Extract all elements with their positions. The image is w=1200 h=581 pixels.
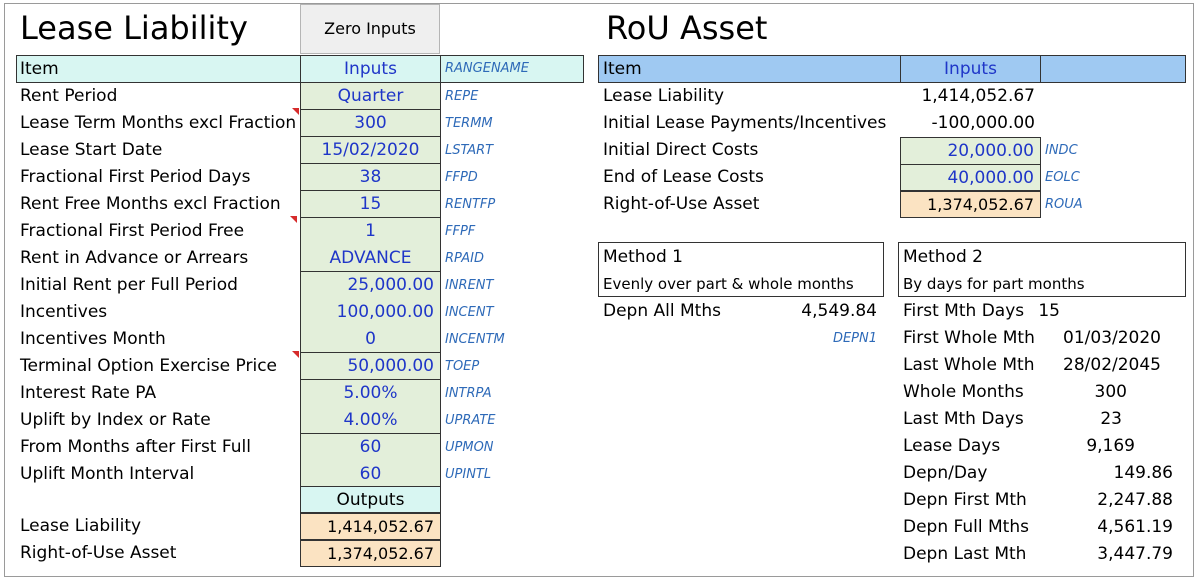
input-cell[interactable]: 300 (300, 110, 441, 137)
output-lease-liability[interactable]: 1,414,052.67 (300, 513, 441, 540)
input-cell[interactable]: 15 (300, 191, 441, 218)
output-label-lease-liability: Lease Liability (20, 516, 142, 536)
method1-title: Method 1 (603, 247, 683, 267)
range-name: FFPF (445, 224, 476, 239)
range-name: INCENT (445, 305, 494, 320)
right-header-item: Item (603, 59, 642, 79)
range-name: LSTART (445, 143, 494, 158)
range-name: RPAID (445, 251, 484, 266)
method2-row-label: Depn First Mth (903, 490, 1027, 510)
row-label: Rent in Advance or Arrears (20, 248, 249, 268)
method2-row-label: Depn Last Mth (903, 544, 1027, 564)
method1-depn-code: DEPN1 (832, 331, 877, 346)
comment-marker-icon[interactable] (292, 351, 299, 358)
rou-value-lease-liability: 1,414,052.67 (921, 86, 1035, 106)
left-header-edge (16, 55, 17, 83)
method2-row-value: 3,447.79 (1097, 544, 1173, 564)
rou-code-indc: INDC (1045, 143, 1078, 158)
row-label: Fractional First Period Days (20, 167, 251, 187)
outputs-header: Outputs (300, 486, 441, 513)
row-label: Fractional First Period Free (20, 221, 245, 241)
rou-output-rou-asset[interactable]: 1,374,052.67 (900, 191, 1041, 218)
output-label-rou-asset: Right-of-Use Asset (20, 543, 177, 563)
row-label: Uplift by Index or Rate (20, 410, 211, 430)
range-name: INRENT (445, 278, 494, 293)
range-name: RENTFP (445, 197, 496, 212)
range-name: INTRPA (445, 386, 492, 401)
method2-row-value: 149.86 (1113, 463, 1173, 483)
input-cell[interactable]: 50,000.00 (300, 353, 441, 380)
left-header-edge-right (583, 55, 584, 83)
method2-row-label: Depn/Day (903, 463, 988, 483)
input-cell[interactable]: 1 (300, 218, 441, 245)
method2-row-label: Depn Full Mths (903, 517, 1029, 537)
method1-depn-value: 4,549.84 (801, 301, 877, 321)
method2-row-value: 300 (1094, 382, 1127, 402)
range-name: UPRATE (445, 413, 496, 428)
input-cell[interactable]: 25,000.00 (300, 272, 441, 299)
rou-label-end-of-lease-costs: End of Lease Costs (603, 167, 764, 187)
row-label: Rent Period (20, 86, 118, 106)
output-rou-asset[interactable]: 1,374,052.67 (300, 540, 441, 567)
rou-code-roua: ROUA (1045, 197, 1083, 212)
range-name: INCENTM (445, 332, 505, 347)
rou-value-initial-payments: -100,000.00 (931, 113, 1035, 133)
right-header-inputs: Inputs (900, 56, 1041, 83)
input-cell[interactable]: 60 (300, 434, 441, 461)
method2-row-value: 9,169 (1086, 436, 1135, 456)
left-header-item: Item (20, 59, 59, 79)
comment-marker-icon[interactable] (292, 108, 299, 115)
method2-subtitle: By days for part months (903, 275, 1085, 293)
rou-label-initial-direct-costs: Initial Direct Costs (603, 140, 759, 160)
comment-marker-icon[interactable] (290, 216, 297, 223)
input-cell[interactable]: 5.00% (300, 380, 441, 407)
right-header-band (598, 55, 1186, 83)
method1-depn-label: Depn All Mths (603, 301, 721, 321)
row-label: Incentives Month (20, 329, 166, 349)
row-label: Rent Free Months excl Fraction (20, 194, 281, 214)
row-label: Terminal Option Exercise Price (20, 356, 278, 376)
input-cell[interactable]: ADVANCE (300, 245, 441, 272)
input-cell[interactable]: 38 (300, 164, 441, 191)
method2-row-value: 2,247.88 (1097, 490, 1173, 510)
range-name: TERMM (445, 116, 493, 131)
rou-label-lease-liability: Lease Liability (603, 86, 725, 106)
input-cell[interactable]: 0 (300, 326, 441, 353)
method2-row-value: 23 (1100, 409, 1122, 429)
rou-input-end-of-lease-costs[interactable]: 40,000.00 (900, 164, 1041, 191)
row-label: Incentives (20, 302, 108, 322)
method2-row-value: 4,561.19 (1097, 517, 1173, 537)
method2-row-value: 28/02/2045 (1063, 355, 1161, 375)
range-name: UPINTL (445, 467, 492, 482)
row-label: Uplift Month Interval (20, 464, 195, 484)
row-label: Lease Term Months excl Fraction (20, 113, 297, 133)
range-name: UPMON (445, 440, 494, 455)
rou-code-eolc: EOLC (1045, 170, 1080, 185)
range-name: FFPD (445, 170, 478, 185)
row-label: Initial Rent per Full Period (20, 275, 238, 295)
method1-subtitle: Evenly over part & whole months (603, 275, 854, 293)
input-cell[interactable]: 100,000.00 (300, 299, 441, 326)
method2-row-value: 15 (1038, 301, 1060, 321)
rou-input-initial-direct-costs[interactable]: 20,000.00 (900, 137, 1041, 164)
method2-row-value: 01/03/2020 (1063, 328, 1161, 348)
input-cell[interactable]: Quarter (300, 83, 441, 110)
row-label: From Months after First Full (20, 437, 251, 457)
rou-asset-title: RoU Asset (606, 9, 768, 47)
left-header-rangename: RANGENAME (445, 61, 529, 76)
range-name: TOEP (445, 359, 480, 374)
input-cell[interactable]: 60 (300, 461, 441, 488)
row-label: Lease Start Date (20, 140, 163, 160)
row-label: Interest Rate PA (20, 383, 157, 403)
input-cell[interactable]: 4.00% (300, 407, 441, 434)
rou-label-rou-asset: Right-of-Use Asset (603, 194, 760, 214)
range-name: REPE (445, 89, 479, 104)
zero-inputs-button[interactable]: Zero Inputs (300, 4, 440, 54)
rou-label-initial-payments: Initial Lease Payments/Incentives (603, 113, 887, 133)
method2-title: Method 2 (903, 247, 983, 267)
input-cell[interactable]: 15/02/2020 (300, 137, 441, 164)
lease-liability-title: Lease Liability (20, 9, 248, 47)
left-header-inputs: Inputs (300, 56, 441, 83)
